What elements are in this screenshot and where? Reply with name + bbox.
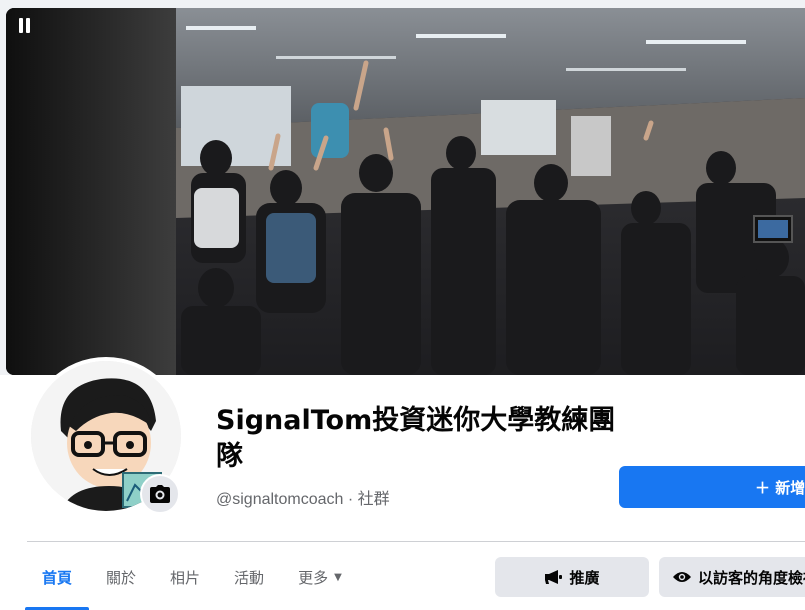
pause-bar-right (26, 18, 30, 33)
eye-icon (673, 572, 691, 582)
cover-video[interactable] (6, 8, 805, 375)
tab-about[interactable]: 關於 (89, 548, 153, 606)
header-divider (27, 541, 805, 542)
promote-label: 推廣 (569, 568, 600, 587)
promote-button[interactable]: 推廣 (495, 557, 649, 597)
view-as-visitor-button[interactable]: 以訪客的角度檢視 (659, 557, 805, 597)
pause-icon[interactable] (16, 18, 32, 36)
tab-photos-label: 相片 (170, 568, 201, 587)
cover-image (176, 8, 805, 375)
tab-more[interactable]: 更多 ▼ (281, 548, 359, 606)
tab-events[interactable]: 活動 (217, 548, 281, 606)
facebook-page-header: SignalTom投資迷你大學教練團隊 @signaltomcoach · 社群… (0, 0, 805, 610)
pause-bar-left (19, 18, 23, 33)
caret-down-icon: ▼ (334, 571, 342, 583)
page-title: SignalTom投資迷你大學教練團隊 (216, 405, 616, 472)
tab-photos[interactable]: 相片 (153, 548, 217, 606)
view-as-visitor-label: 以訪客的角度檢視 (698, 568, 805, 587)
page-handle: @signaltomcoach · 社群 (216, 491, 390, 508)
update-profile-picture-button[interactable] (140, 474, 180, 514)
tab-home[interactable]: 首頁 (25, 548, 90, 610)
tab-home-label: 首頁 (42, 568, 73, 587)
tab-about-label: 關於 (106, 568, 137, 587)
tab-events-label: 活動 (234, 568, 265, 587)
megaphone-icon (545, 570, 563, 584)
camera-icon (150, 485, 170, 503)
cover-left-shade (6, 8, 176, 375)
page-tabs: 首頁 關於 相片 活動 更多 ▼ (25, 548, 359, 610)
new-button[interactable]: ＋ 新增 (619, 466, 805, 508)
tab-more-label: 更多 (298, 568, 329, 587)
